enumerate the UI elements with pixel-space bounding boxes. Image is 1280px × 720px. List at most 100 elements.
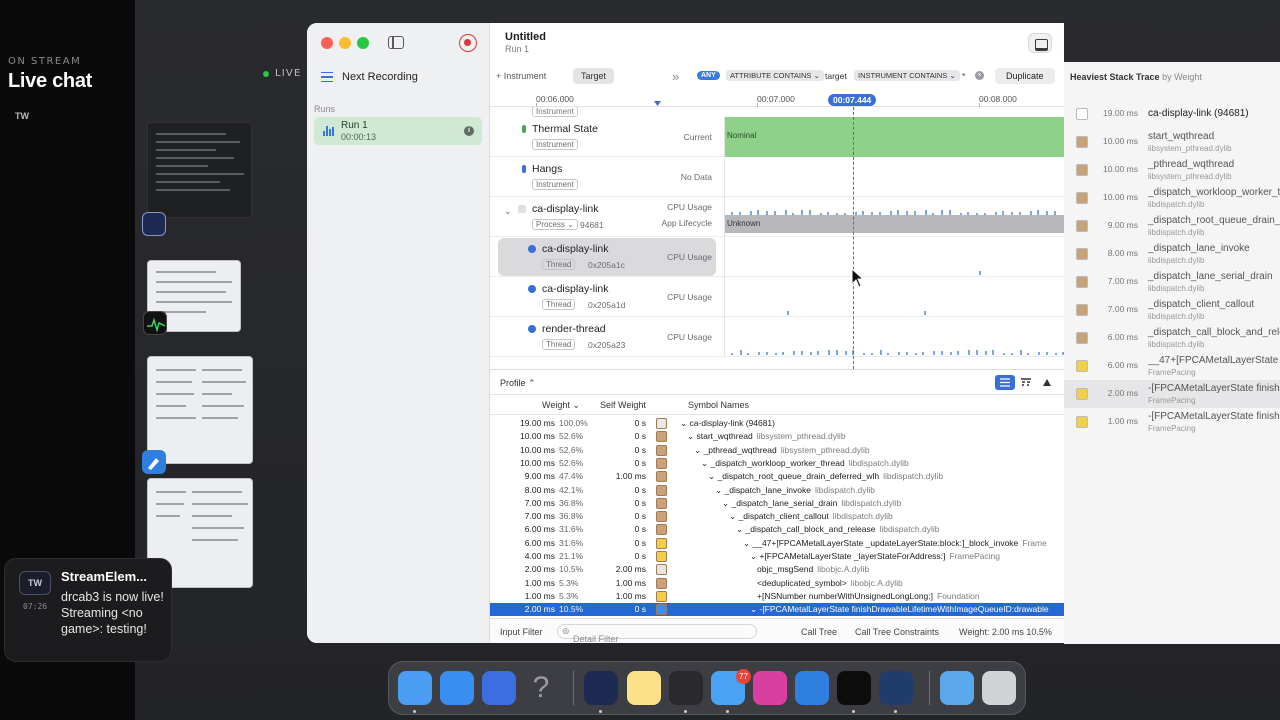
attribute-filter-value[interactable]: target — [825, 71, 847, 81]
stage-thumb-xcode[interactable] — [147, 356, 253, 464]
table-row[interactable]: 2.00 ms 10.5% 0 s ⌄ -[FPCAMetalLayerState f… — [490, 603, 1064, 617]
track-render-thread[interactable]: render-thread Thread 0x205a23 CPU Usage — [490, 317, 1064, 357]
clear-filter-icon[interactable]: × — [975, 71, 984, 80]
record-button[interactable] — [459, 34, 477, 52]
stack-frame[interactable]: 2.00 ms -[FPCAMetalLayerState finish Frame… — [1064, 380, 1280, 408]
stage-thumb-terminal[interactable] — [147, 122, 252, 218]
table-row[interactable]: 7.00 ms 36.8% 0 s ⌄ _dispatch_client_callou… — [490, 510, 1064, 523]
thread-icon — [528, 325, 536, 333]
trash-icon[interactable] — [982, 671, 1016, 705]
target-button[interactable]: Target — [573, 68, 615, 84]
safari-icon[interactable] — [440, 671, 474, 705]
thread-1-graph[interactable] — [724, 237, 1064, 277]
notification-banner[interactable]: TW 07:26 StreamElem... drcab3 is now liv… — [4, 558, 172, 662]
table-row[interactable]: 1.00 ms 5.3% 1.00 ms +[NSNumber numberWithU… — [490, 590, 1064, 603]
sample-list-icon[interactable] — [1037, 375, 1057, 390]
call-tree-constraints-button[interactable]: Call Tree Constraints — [855, 627, 939, 637]
stack-frame[interactable]: 19.00 ms ca-display-link (94681) — [1064, 100, 1280, 128]
playhead-time[interactable]: 00:07.444 — [828, 94, 877, 106]
disclosure-chevron-icon[interactable]: ⌄ — [504, 206, 512, 217]
runs-header: Runs — [314, 104, 336, 114]
symbol-names-column-header[interactable]: Symbol Names — [688, 400, 749, 410]
input-filter-button[interactable]: Input Filter — [500, 627, 543, 637]
close-button[interactable] — [321, 37, 333, 49]
flame-graph-icon[interactable] — [1016, 375, 1036, 390]
stack-frame[interactable]: 10.00 ms _pthread_wqthread libsystem_pthre… — [1064, 156, 1280, 184]
stack-frame[interactable]: 7.00 ms _dispatch_lane_serial_drain libdis… — [1064, 268, 1280, 296]
sidebar-toggle-icon[interactable] — [388, 36, 404, 49]
run-item-1[interactable]: Run 1 00:00:13 i — [314, 117, 482, 145]
table-row[interactable]: 4.00 ms 21.1% 0 s ⌄ +[FPCAMetalLayerState _… — [490, 550, 1064, 563]
playhead-line[interactable] — [853, 107, 854, 369]
library-icon — [656, 564, 667, 576]
stack-frame[interactable]: 1.00 ms -[FPCAMetalLayerState finish Frame… — [1064, 408, 1280, 436]
table-row[interactable]: 8.00 ms 42.1% 0 s ⌄ _dispatch_lane_invoke li… — [490, 484, 1064, 497]
detail-filter-field[interactable]: ⊜ Detail Filter — [557, 624, 757, 643]
track-detail: CPU Usage — [667, 292, 712, 302]
weight-column-header[interactable]: Weight ⌄ — [542, 400, 580, 411]
process-graph[interactable]: Unknown — [724, 197, 1064, 237]
track-thermal-state[interactable]: Thermal State Instrument Current Nominal — [490, 117, 1064, 157]
next-recording-item[interactable]: Next Recording — [321, 71, 418, 83]
zoom-button[interactable] — [357, 37, 369, 49]
stack-frame[interactable]: 6.00 ms __47+[FPCAMetalLayerState _ FrameP… — [1064, 352, 1280, 380]
track-process[interactable]: ⌄ ca-display-link Process ⌄ 94681 CPU Us… — [490, 197, 1064, 237]
heaviest-stack-trace-panel: Heaviest Stack Trace by Weight 19.00 ms c… — [1064, 62, 1280, 644]
stack-frame[interactable]: 10.00 ms _dispatch_workloop_worker_th libd… — [1064, 184, 1280, 212]
instruments-beta-icon[interactable] — [879, 671, 913, 705]
stack-frame[interactable]: 8.00 ms _dispatch_lane_invoke libdispatch.… — [1064, 240, 1280, 268]
info-icon[interactable]: i — [464, 126, 474, 136]
call-tree-view-icon[interactable] — [995, 375, 1015, 390]
xcode-beta-icon[interactable] — [795, 671, 829, 705]
time-ruler[interactable]: 00:06.000 00:07.000 00:07.444 00:08.000 — [490, 91, 1064, 107]
stack-frame[interactable]: 10.00 ms start_wqthread libsystem_pthread.… — [1064, 128, 1280, 156]
table-row[interactable]: 6.00 ms 31.6% 0 s ⌄ __47+[FPCAMetalLayerSta… — [490, 537, 1064, 550]
track-thread-2[interactable]: ca-display-link Thread 0x205a1d CPU Usag… — [490, 277, 1064, 317]
table-row[interactable]: 9.00 ms 47.4% 1.00 ms ⌄ _dispatch_root_queu… — [490, 470, 1064, 483]
stack-frame[interactable]: 9.00 ms _dispatch_root_queue_drain_de libd… — [1064, 212, 1280, 240]
inspector-toggle-button[interactable] — [1028, 33, 1052, 53]
instrument-contains-filter[interactable]: INSTRUMENT CONTAINS ⌄ — [854, 70, 960, 81]
table-row[interactable]: 6.00 ms 31.6% 0 s ⌄ _dispatch_call_block_an… — [490, 523, 1064, 536]
process-dropdown[interactable]: Process ⌄ — [532, 219, 578, 230]
duplicate-button[interactable]: Duplicate — [995, 68, 1055, 84]
table-row[interactable]: 1.00 ms 5.3% 1.00 ms <deduplicated_symbol> l… — [490, 577, 1064, 590]
render-thread-graph[interactable] — [724, 317, 1064, 357]
library-icon — [656, 418, 667, 429]
minimize-button[interactable] — [339, 37, 351, 49]
stack-frame[interactable]: 6.00 ms _dispatch_call_block_and_rele libd… — [1064, 324, 1280, 352]
table-row[interactable]: 10.00 ms 52.6% 0 s ⌄ _pthread_wqthread libsy… — [490, 444, 1064, 457]
self-weight-column-header[interactable]: Self Weight — [600, 400, 646, 410]
activity-monitor-icon[interactable] — [837, 671, 871, 705]
track-detail: CPU Usage — [667, 332, 712, 342]
thread-2-graph[interactable] — [724, 277, 1064, 317]
add-instrument-button[interactable]: + Instrument — [496, 71, 546, 81]
table-row[interactable]: 2.00 ms 10.5% 2.00 ms objc_msgSend libobjc.A… — [490, 563, 1064, 576]
table-row[interactable]: 7.00 ms 36.8% 0 s ⌄ _dispatch_lane_serial_d… — [490, 497, 1064, 510]
cpu-sample-bar — [731, 353, 733, 355]
star-app-icon[interactable] — [753, 671, 787, 705]
help-icon[interactable]: ? — [524, 671, 558, 705]
hammer-icon[interactable] — [669, 671, 703, 705]
profile-dropdown[interactable]: Profile ⌃ — [500, 378, 536, 389]
simulator-icon[interactable] — [482, 671, 516, 705]
frame-library: libdispatch.dylib — [1148, 200, 1205, 209]
chevron-right-icon[interactable]: » — [672, 69, 679, 84]
stack-frame[interactable]: 7.00 ms _dispatch_client_callout libdispat… — [1064, 296, 1280, 324]
table-row[interactable]: 10.00 ms 52.6% 0 s ⌄ start_wqthread libsyste… — [490, 430, 1064, 443]
folder-icon[interactable] — [940, 671, 974, 705]
table-row[interactable]: 10.00 ms 52.6% 0 s ⌄ _dispatch_workloop_wor… — [490, 457, 1064, 470]
notes-icon[interactable] — [627, 671, 661, 705]
finder-icon[interactable] — [398, 671, 432, 705]
track-thread-1[interactable]: ca-display-link Thread 0x205a1c CPU Usag… — [490, 237, 1064, 277]
list-icon — [321, 71, 333, 83]
instrument-filter-value[interactable]: * — [962, 71, 965, 81]
attribute-contains-filter[interactable]: ATTRIBUTE CONTAINS ⌄ — [726, 70, 824, 81]
thermal-graph[interactable]: Nominal — [724, 117, 1064, 157]
table-row[interactable]: 19.00 ms 100.0% 0 s ⌄ ca-display-link (9468… — [490, 417, 1064, 430]
hangs-graph[interactable] — [724, 157, 1064, 197]
instruments-icon[interactable] — [584, 671, 618, 705]
call-tree-button[interactable]: Call Tree — [801, 627, 837, 637]
track-hangs[interactable]: Hangs Instrument No Data — [490, 157, 1064, 197]
filter-any-token[interactable]: ANY — [697, 71, 720, 80]
